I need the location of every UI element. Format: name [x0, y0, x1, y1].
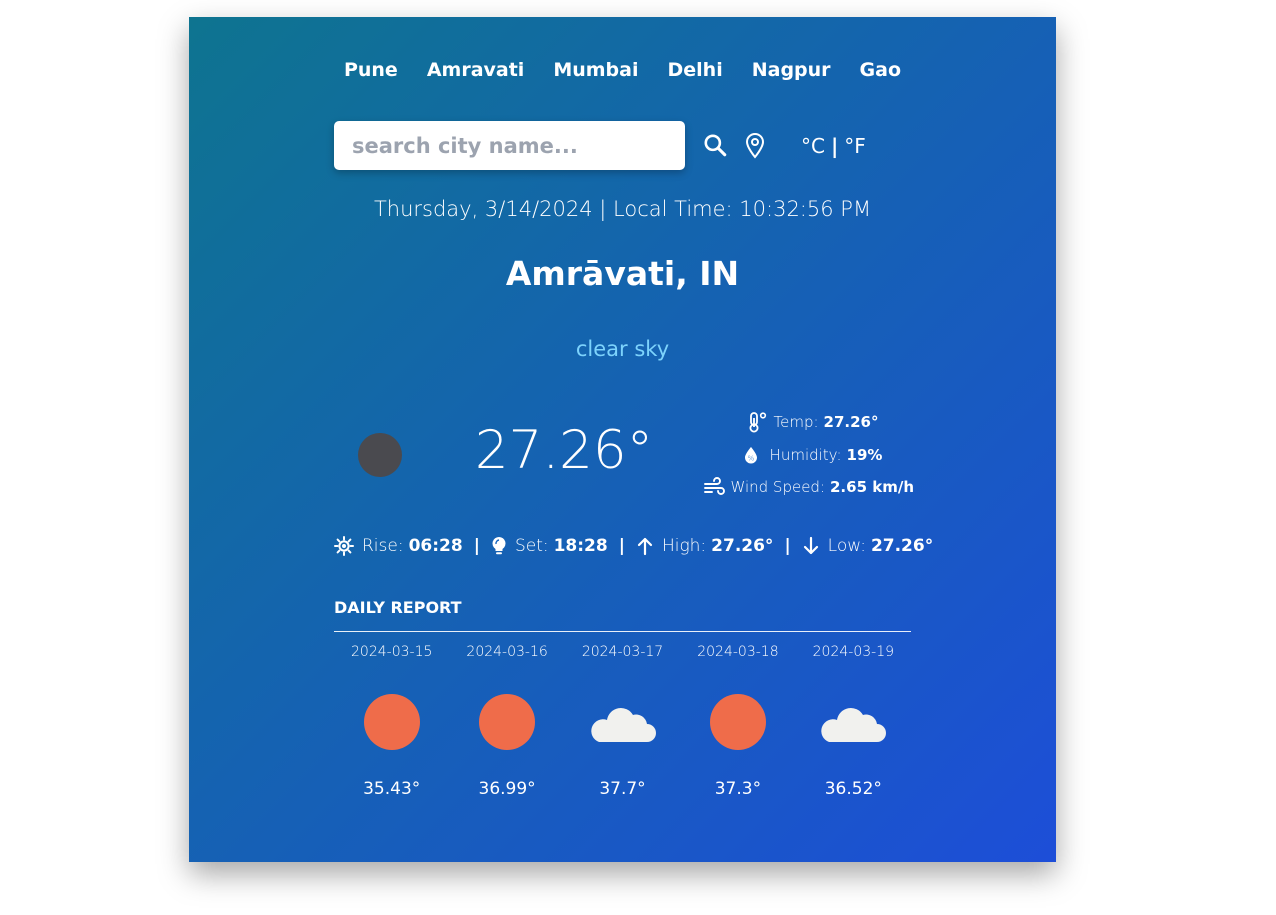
forecast-date: 2024-03-17	[581, 644, 664, 660]
sunrise-label: Rise:	[362, 536, 404, 556]
detail-humidity-label: Humidity:	[769, 445, 842, 464]
weather-description: clear sky	[575, 337, 670, 361]
moon-icon	[358, 433, 402, 477]
cloud-icon	[821, 707, 887, 742]
city-link-pune[interactable]: Pune	[344, 57, 398, 83]
forecast-item: 2024-03-15 35.43°	[334, 641, 449, 799]
location-title: Amrāvati, IN	[505, 254, 740, 293]
city-link-gao[interactable]: Gao	[860, 57, 901, 83]
weather-card: Pune Amravati Mumbai Delhi Nagpur Gao °C…	[189, 17, 1056, 862]
cloud-icon	[590, 707, 656, 742]
celsius-button[interactable]: °C	[801, 134, 825, 158]
sunset-icon	[491, 536, 507, 556]
detail-temp-value: 27.26°	[823, 413, 879, 431]
sun-info-row: Rise: 06:28 | Set: 18:28 | High: 27.26° …	[334, 535, 933, 557]
high-value: 27.26°	[711, 536, 774, 556]
weather-details: Temp: 27.26° % Humidity: 19% Wind Speed:…	[699, 411, 914, 509]
city-link-mumbai[interactable]: Mumbai	[553, 57, 638, 83]
detail-humidity: % Humidity: 19%	[699, 444, 914, 466]
forecast-temp: 35.43°	[363, 779, 421, 799]
forecast-date: 2024-03-18	[697, 644, 779, 660]
search-input[interactable]	[334, 121, 685, 170]
city-link-nagpur[interactable]: Nagpur	[752, 57, 831, 83]
arrow-down-icon	[802, 536, 820, 556]
low-value: 27.26°	[870, 536, 934, 556]
sunrise-icon	[334, 536, 354, 556]
thermometer-icon	[749, 412, 766, 433]
detail-wind-value: 2.65 km/h	[830, 478, 914, 496]
detail-humidity-value: 19%	[846, 445, 883, 464]
arrow-up-icon	[636, 536, 654, 556]
city-nav: Pune Amravati Mumbai Delhi Nagpur Gao	[189, 57, 1056, 83]
current-temperature: 27.26°	[474, 420, 654, 481]
location-button[interactable]	[742, 131, 768, 159]
sun-icon	[709, 694, 766, 750]
forecast-item: 2024-03-19 36.52°	[796, 641, 911, 799]
separator: |	[784, 536, 791, 556]
sunset-label: Set:	[514, 536, 549, 556]
sunset-value: 18:28	[553, 536, 608, 556]
search-button[interactable]	[701, 131, 729, 159]
search-icon	[704, 134, 727, 157]
sun-icon	[479, 694, 536, 750]
detail-wind-label: Wind Speed:	[730, 478, 825, 496]
forecast-date: 2024-03-15	[351, 644, 433, 660]
humidity-drop-icon: %	[744, 446, 757, 463]
forecast-temp: 36.52°	[824, 779, 882, 799]
detail-temp-label: Temp:	[773, 413, 819, 431]
local-datetime: Thursday, 3/14/2024 | Local Time: 10:32:…	[373, 197, 872, 221]
detail-temp: Temp: 27.26°	[699, 411, 914, 433]
forecast-temp: 37.7°	[599, 779, 646, 799]
detail-wind: Wind Speed: 2.65 km/h	[699, 476, 914, 498]
city-link-delhi[interactable]: Delhi	[668, 57, 723, 83]
forecast-item: 2024-03-16 36.99°	[449, 641, 564, 799]
sunrise-value: 06:28	[408, 536, 463, 556]
divider	[334, 631, 911, 632]
forecast-item: 2024-03-17 37.7°	[565, 641, 680, 799]
city-link-amravati[interactable]: Amravati	[427, 57, 525, 83]
forecast-temp: 36.99°	[478, 779, 536, 799]
forecast-date: 2024-03-16	[466, 644, 548, 660]
forecast-date: 2024-03-19	[812, 644, 895, 660]
wind-icon	[704, 477, 726, 495]
unit-toggle: °C | °F	[801, 131, 866, 161]
high-label: High:	[661, 536, 707, 556]
separator: |	[618, 536, 625, 556]
daily-report-title: DAILY REPORT	[334, 598, 462, 617]
unit-separator: |	[830, 134, 839, 158]
svg-text:%: %	[747, 454, 754, 462]
sun-icon	[363, 694, 420, 750]
separator: |	[473, 536, 480, 556]
low-label: Low:	[827, 536, 866, 556]
location-pin-icon	[745, 132, 765, 159]
fahrenheit-button[interactable]: °F	[844, 134, 866, 158]
daily-forecast: 2024-03-15 35.43° 2024-03-16 36.99° 2024…	[334, 641, 911, 799]
forecast-item: 2024-03-18 37.3°	[680, 641, 795, 799]
forecast-temp: 37.3°	[714, 779, 762, 799]
